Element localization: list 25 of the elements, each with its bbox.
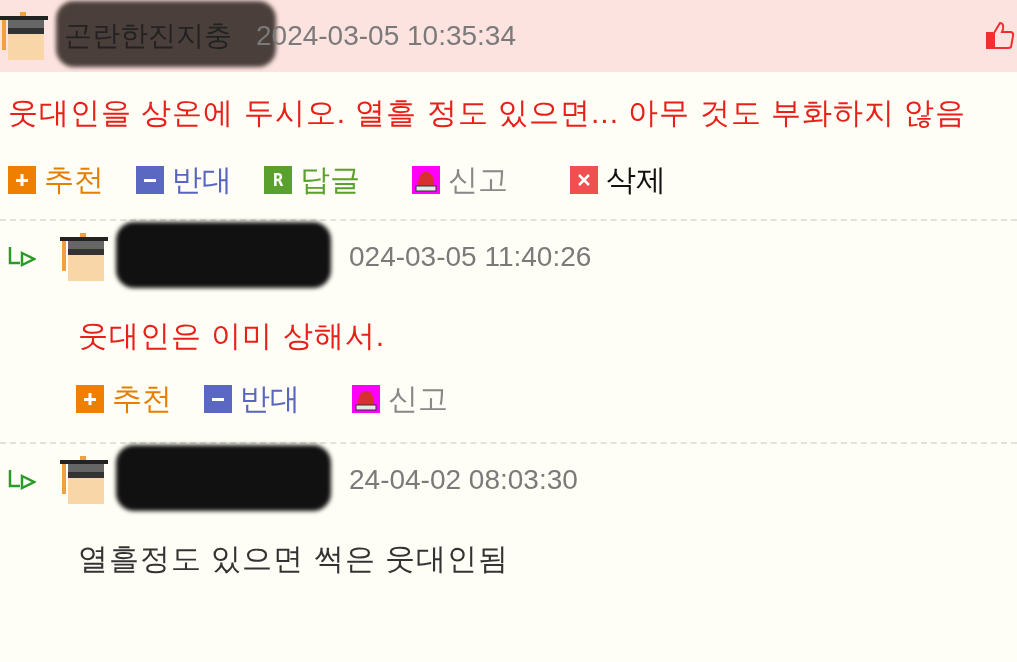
action-link[interactable]: 반대	[204, 384, 300, 414]
comment-text: 열흘정도 있으면 썩은 웃대인됨	[77, 541, 510, 577]
comment-text: 웃대인을 상온에 두시오. 열흘 정도 있으면... 아무 것도 부화하지 않음	[7, 95, 968, 131]
thumbs-up-icon[interactable]	[985, 21, 1015, 51]
action-link[interactable]: 신고	[352, 384, 448, 414]
action-link[interactable]: 삭제	[570, 165, 666, 195]
avatar-icon	[60, 456, 108, 504]
action-link[interactable]: 반대	[136, 165, 232, 195]
action-link[interactable]: R 답글	[264, 165, 360, 195]
timestamp: 24-04-02 08:03:30	[349, 463, 578, 497]
plus-icon	[76, 385, 104, 413]
siren-icon	[412, 166, 440, 194]
action-link[interactable]: 추천	[8, 165, 104, 195]
avatar-icon	[60, 233, 108, 281]
action-link[interactable]: 신고	[412, 165, 508, 195]
action-link[interactable]: 추천	[76, 384, 172, 414]
avatar-icon	[0, 12, 48, 60]
plus-icon	[8, 166, 36, 194]
minus-icon	[136, 166, 164, 194]
minus-icon	[204, 385, 232, 413]
comment-text: 웃대인은 이미 상해서.	[77, 318, 386, 354]
siren-icon	[352, 385, 380, 413]
close-icon	[570, 166, 598, 194]
reply-icon: R	[264, 166, 292, 194]
timestamp: 024-03-05 11:40:26	[349, 240, 592, 274]
